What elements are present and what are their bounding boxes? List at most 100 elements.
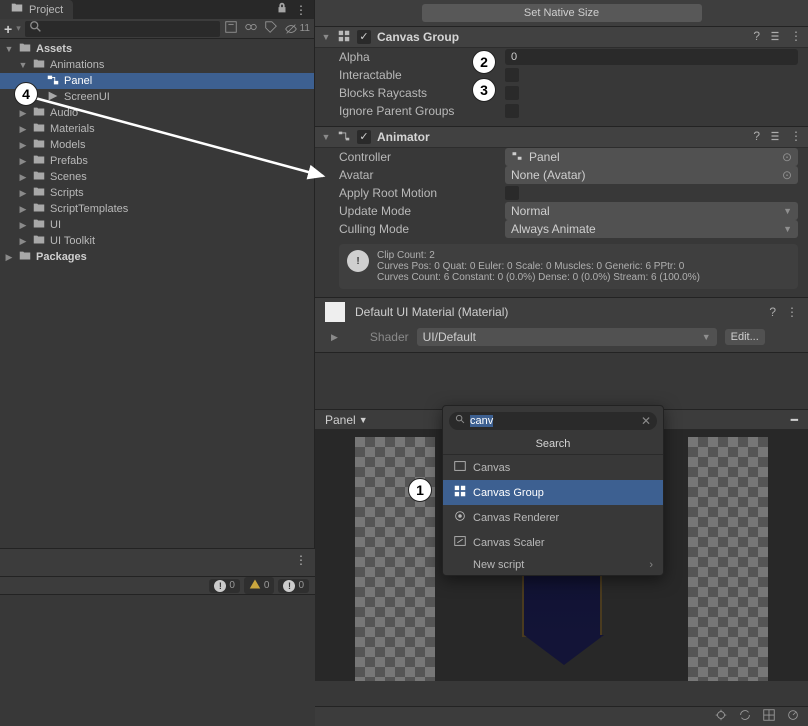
field-label: Controller	[339, 150, 499, 164]
console-warn[interactable]: 0	[244, 577, 275, 594]
inspector-top-actions: Set Native Size	[315, 0, 808, 26]
expand-icon[interactable]: ▶	[18, 220, 28, 231]
help-icon[interactable]: ?	[753, 29, 760, 46]
culling-mode-dropdown[interactable]: Always Animate ▼	[505, 220, 798, 238]
tree-prefabs[interactable]: ▶Prefabs	[0, 153, 314, 169]
tree-uitoolkit[interactable]: ▶UI Toolkit	[0, 233, 314, 249]
tree-scripts[interactable]: ▶Scripts	[0, 185, 314, 201]
set-native-size-button[interactable]: Set Native Size	[422, 4, 702, 22]
canvas-icon	[453, 459, 467, 476]
expand-icon[interactable]: ▶	[18, 188, 28, 199]
avatar-object-field[interactable]: None (Avatar) ⊙	[505, 166, 798, 184]
callout-3: 3	[472, 78, 496, 102]
expand-icon[interactable]: ▶	[18, 156, 28, 167]
popup-search-field[interactable]: ✕	[449, 412, 657, 430]
expand-icon[interactable]: ▶	[18, 124, 28, 135]
lock-icon[interactable]	[275, 1, 289, 18]
expand-icon[interactable]: ▼	[321, 32, 331, 42]
tree-materials[interactable]: ▶Materials	[0, 121, 314, 137]
project-footer: ⋮	[0, 548, 315, 576]
preview-menu-icon[interactable]: ━	[791, 413, 798, 427]
clear-icon[interactable]: ✕	[641, 414, 651, 428]
callout-4: 4	[14, 82, 38, 106]
expand-icon[interactable]: ▶	[18, 204, 28, 215]
animator-info-box: ! Clip Count: 2 Curves Pos: 0 Quat: 0 Eu…	[339, 244, 798, 289]
tree-audio[interactable]: ▶Audio	[0, 105, 314, 121]
tree-scripttemplates[interactable]: ▶ScriptTemplates	[0, 201, 314, 217]
alpha-input[interactable]: 0	[505, 49, 798, 65]
popup-item-canvas-scaler[interactable]: Canvas Scaler	[443, 530, 663, 555]
component-enabled-checkbox[interactable]	[357, 30, 371, 44]
controller-object-field[interactable]: Panel ⊙	[505, 148, 798, 166]
expand-icon[interactable]: ▶	[18, 172, 28, 183]
popup-item-canvas[interactable]: Canvas	[443, 455, 663, 480]
folder-icon	[18, 41, 32, 58]
help-icon[interactable]: ?	[769, 305, 776, 319]
edit-shader-button[interactable]: Edit...	[725, 329, 765, 345]
material-header[interactable]: Default UI Material (Material) ? ⋮	[315, 297, 808, 326]
popup-item-canvas-renderer[interactable]: Canvas Renderer	[443, 505, 663, 530]
add-icon[interactable]: +	[4, 21, 12, 37]
tree-panel[interactable]: Panel	[0, 73, 314, 89]
animator-header[interactable]: ▼ Animator ? ⋮	[315, 126, 808, 148]
project-search[interactable]	[25, 21, 220, 37]
auto-refresh-icon[interactable]	[738, 708, 752, 725]
tree-ui[interactable]: ▶UI	[0, 217, 314, 233]
console-error[interactable]: ! 0	[278, 579, 309, 593]
progress-icon[interactable]	[786, 708, 800, 725]
expand-icon[interactable]: ▼	[4, 44, 14, 54]
kebab-icon[interactable]: ⋮	[287, 549, 315, 571]
filter-icon[interactable]	[224, 20, 238, 37]
field-label: Avatar	[339, 168, 499, 182]
apply-root-motion-checkbox[interactable]	[505, 186, 519, 200]
ignore-parent-checkbox[interactable]	[505, 104, 519, 118]
warning-icon	[249, 578, 261, 593]
blocks-raycasts-checkbox[interactable]	[505, 86, 519, 100]
folder-icon	[32, 153, 46, 170]
info-line: Curves Count: 6 Constant: 0 (0.0%) Dense…	[377, 272, 700, 283]
kebab-icon[interactable]: ⋮	[790, 29, 802, 46]
preset-icon[interactable]	[768, 29, 782, 46]
tree-screenui[interactable]: ScreenUI	[0, 89, 314, 105]
tree-animations[interactable]: ▼ Animations	[0, 57, 314, 73]
kebab-icon[interactable]: ⋮	[786, 305, 798, 319]
console-info[interactable]: ! 0	[209, 579, 240, 593]
tree-models[interactable]: ▶Models	[0, 137, 314, 153]
popup-search-input[interactable]	[470, 415, 637, 427]
expand-icon[interactable]: ▶	[331, 332, 338, 343]
component-enabled-checkbox[interactable]	[357, 130, 371, 144]
interactable-checkbox[interactable]	[505, 68, 519, 82]
shader-dropdown[interactable]: UI/Default ▼	[417, 328, 717, 346]
object-picker-icon[interactable]: ⊙	[782, 168, 792, 182]
popup-item-canvas-group[interactable]: Canvas Group	[443, 480, 663, 505]
expand-icon[interactable]: ▶	[18, 108, 28, 119]
kebab-icon[interactable]: ⋮	[295, 3, 306, 17]
expand-icon[interactable]: ▼	[321, 132, 331, 142]
ignore-parent-field: Ignore Parent Groups	[315, 102, 808, 120]
folder-icon	[32, 121, 46, 138]
project-tab[interactable]: Project	[0, 0, 73, 19]
field-label: Update Mode	[339, 204, 499, 218]
preset-icon[interactable]	[768, 129, 782, 146]
expand-icon[interactable]: ▶	[4, 252, 14, 263]
shader-row: ▶ Shader UI/Default ▼ Edit...	[315, 326, 808, 353]
help-icon[interactable]: ?	[753, 129, 760, 146]
bug-icon[interactable]	[714, 708, 728, 725]
expand-icon[interactable]: ▶	[18, 236, 28, 247]
expand-icon[interactable]: ▼	[18, 60, 28, 70]
object-picker-icon[interactable]: ⊙	[782, 150, 792, 164]
visibility-icon[interactable]: 11	[284, 22, 310, 36]
tree-scenes[interactable]: ▶Scenes	[0, 169, 314, 185]
label-filter-icon[interactable]	[264, 20, 278, 37]
kebab-icon[interactable]: ⋮	[790, 129, 802, 146]
update-mode-dropdown[interactable]: Normal ▼	[505, 202, 798, 220]
popup-item-new-script[interactable]: New script ›	[443, 555, 663, 575]
tree-packages[interactable]: ▶Packages	[0, 249, 314, 265]
tree-assets[interactable]: ▼ Assets	[0, 41, 314, 57]
type-filter-icon[interactable]	[244, 20, 258, 37]
grid-icon[interactable]	[762, 708, 776, 725]
apply-root-motion-field: Apply Root Motion	[315, 184, 808, 202]
canvas-group-header[interactable]: ▼ Canvas Group ? ⋮	[315, 26, 808, 48]
expand-icon[interactable]: ▶	[18, 140, 28, 151]
canvas-scaler-icon	[453, 534, 467, 551]
